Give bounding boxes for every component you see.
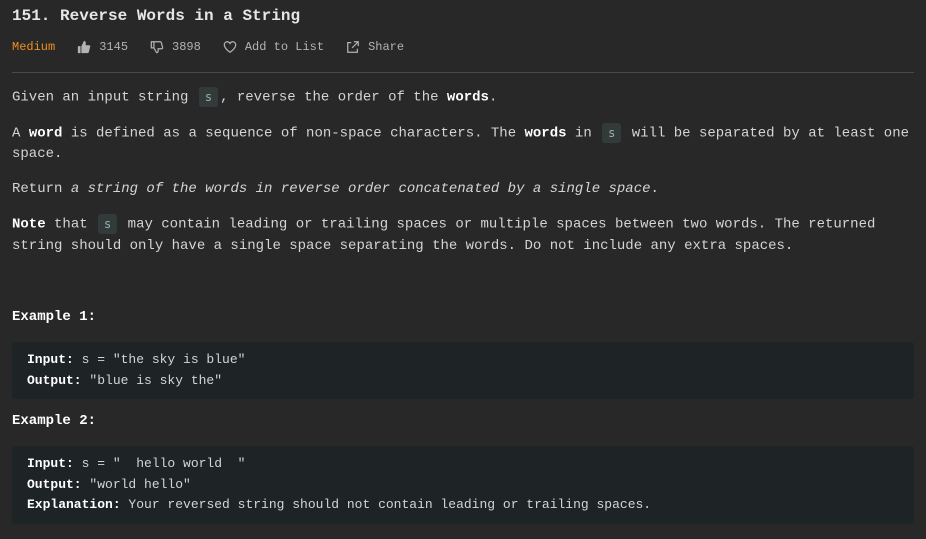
- bold-term: word: [28, 125, 63, 142]
- problem-page: 151. Reverse Words in a String Medium 31…: [0, 0, 926, 539]
- description-text: is defined as a sequence of non-space ch…: [62, 125, 525, 142]
- description-text: that: [45, 217, 97, 234]
- output-label: Output:: [27, 372, 82, 388]
- share-icon: [347, 41, 359, 53]
- problem-meta-bar: Medium 3145 3898 Add to List Share: [12, 37, 914, 57]
- like-button[interactable]: 3145: [77, 40, 128, 54]
- like-count: 3145: [99, 40, 129, 54]
- description-paragraph-1: Given an input string s, reverse the ord…: [12, 87, 914, 109]
- input-label: Input:: [27, 456, 74, 472]
- output-value: "world hello": [81, 476, 191, 492]
- description-text: may contain leading or trailing spaces o…: [12, 217, 876, 255]
- example-2-box: Input: s = " hello world " Output: "worl…: [12, 446, 914, 524]
- bold-term: words: [446, 89, 489, 106]
- thumbs-down-icon: [150, 41, 164, 54]
- add-to-list-button[interactable]: Add to List: [223, 40, 324, 54]
- output-label: Output:: [27, 476, 82, 492]
- example-2-title: Example 2:: [12, 413, 97, 430]
- description-text: Given an input string: [12, 89, 197, 106]
- explanation-value: Your reversed string should not contain …: [120, 497, 652, 513]
- inline-code-s: s: [98, 214, 118, 235]
- input-value: s = " hello world ": [73, 456, 246, 472]
- inline-code-s: s: [602, 122, 622, 143]
- description-text: Return: [12, 181, 71, 198]
- note-label: Note: [12, 217, 46, 234]
- explanation-label: Explanation:: [27, 497, 121, 513]
- description-paragraph-2: A word is defined as a sequence of non-s…: [12, 122, 914, 166]
- description-paragraph-4: Note that s may contain leading or trail…: [12, 214, 914, 257]
- description-text: , reverse the order of the: [220, 89, 447, 106]
- description-text: in: [566, 125, 601, 142]
- description-paragraph-3: Return a string of the words in reverse …: [12, 179, 914, 200]
- share-label: Share: [368, 40, 405, 54]
- share-button[interactable]: Share: [346, 40, 404, 54]
- bold-term: words: [524, 125, 567, 142]
- add-to-list-label: Add to List: [244, 40, 325, 54]
- header-divider: [12, 72, 914, 73]
- input-label: Input:: [27, 352, 74, 368]
- input-value: s = "the sky is blue": [73, 352, 246, 368]
- description-text: .: [488, 89, 498, 106]
- dislike-button[interactable]: 3898: [150, 40, 201, 54]
- description-text: A: [12, 125, 29, 142]
- dislike-count: 3898: [172, 40, 201, 54]
- thumbs-up-icon: [78, 40, 91, 54]
- difficulty-badge: Medium: [12, 40, 56, 54]
- description-text: .: [650, 181, 659, 198]
- example-1-box: Input: s = "the sky is blue" Output: "bl…: [12, 342, 914, 400]
- inline-code-s: s: [198, 87, 219, 107]
- output-value: "blue is sky the": [81, 372, 223, 388]
- example-1-title: Example 1:: [12, 309, 97, 326]
- problem-title: 151. Reverse Words in a String: [12, 7, 301, 25]
- heart-icon: [223, 41, 237, 53]
- italic-text: a string of the words in reverse order c…: [70, 181, 651, 198]
